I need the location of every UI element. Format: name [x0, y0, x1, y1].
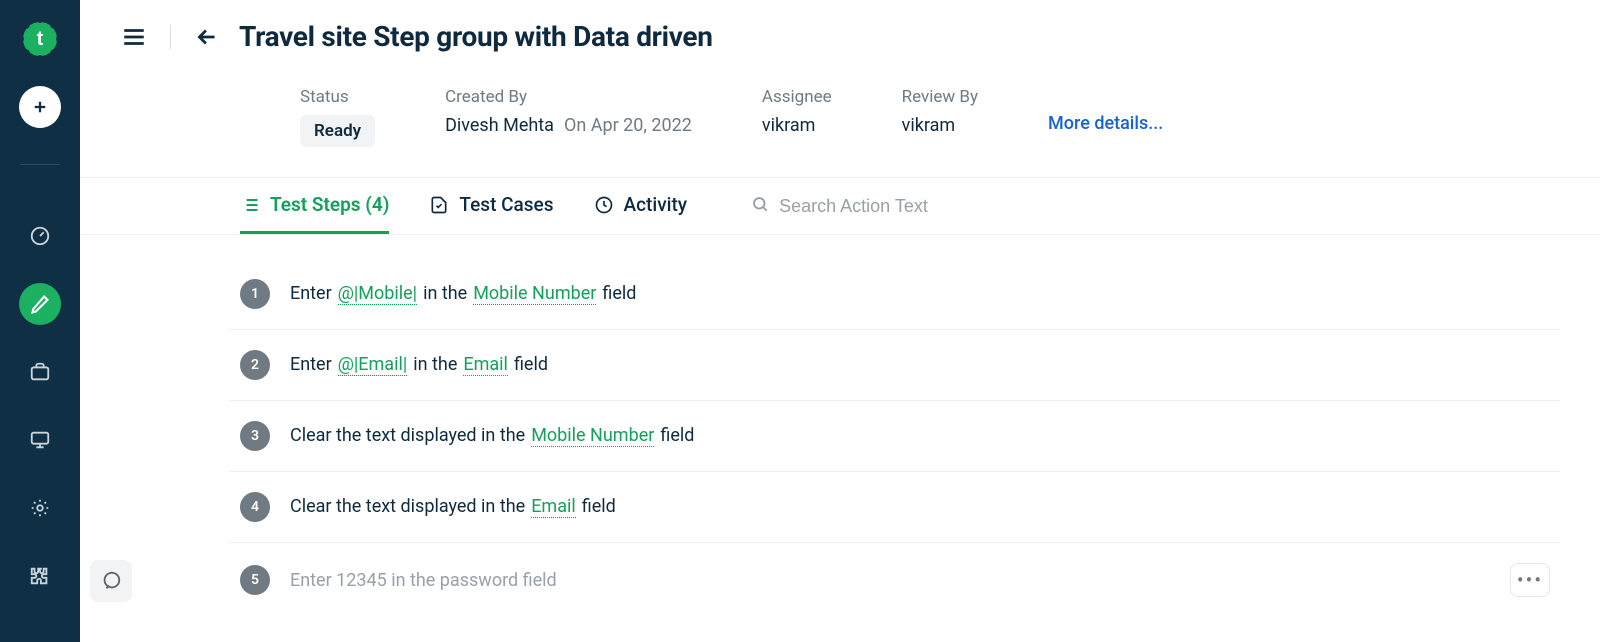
main: Travel site Step group with Data driven …	[80, 0, 1600, 642]
step-text-fragment: Enter	[290, 283, 332, 304]
sidebar-divider	[20, 164, 60, 165]
step-number: 3	[240, 421, 270, 451]
field-token[interactable]: Mobile Number	[473, 283, 596, 305]
step-text-fragment: field	[582, 496, 616, 517]
meta-row: Status Ready Created By Divesh Mehta On …	[80, 53, 1600, 177]
step-number: 5	[240, 565, 270, 595]
step-text-fragment: Clear the text displayed in the	[290, 425, 525, 446]
tab-label: Test Cases	[459, 193, 553, 216]
step-row[interactable]: 2 Enter @|Email|in the Email field	[230, 330, 1560, 401]
briefcase-icon[interactable]	[19, 351, 61, 393]
step-text: Clear the text displayed in the Email fiel…	[290, 496, 1550, 518]
tab-label: Activity	[624, 193, 688, 216]
more-details-link[interactable]: More details...	[1048, 87, 1163, 134]
new-step-row[interactable]: 5 Enter 12345 in the password field •••	[230, 543, 1560, 617]
step-row[interactable]: 4 Clear the text displayed in the Email fie…	[230, 472, 1560, 543]
data-token[interactable]: @|Email|	[338, 354, 408, 376]
monitor-icon[interactable]	[19, 419, 61, 461]
search-wrap	[751, 195, 1019, 217]
gear-bug-icon[interactable]	[19, 487, 61, 529]
topbar: Travel site Step group with Data driven	[80, 0, 1600, 53]
tab-activity[interactable]: Activity	[594, 178, 688, 234]
step-number: 1	[240, 279, 270, 309]
step-number: 4	[240, 492, 270, 522]
sidebar: t	[0, 0, 80, 642]
created-by-value: Divesh Mehta	[445, 115, 554, 136]
field-token[interactable]: Email	[463, 354, 508, 376]
step-row[interactable]: 1 Enter @|Mobile| in the Mobile Number field	[230, 259, 1560, 330]
meta-review-by: Review By vikram	[902, 87, 978, 136]
step-row[interactable]: 3 Clear the text displayed in the Mobile N…	[230, 401, 1560, 472]
back-arrow-icon[interactable]	[193, 23, 221, 51]
step-number: 2	[240, 350, 270, 380]
hamburger-icon[interactable]	[120, 23, 148, 51]
tab-test-cases[interactable]: Test Cases	[429, 178, 553, 234]
step-text-fragment: Enter	[290, 354, 332, 375]
step-text: Enter @|Mobile| in the Mobile Number field	[290, 283, 1550, 305]
review-by-value: vikram	[902, 115, 978, 136]
step-text-fragment: Clear the text displayed in the	[290, 496, 525, 517]
step-text-fragment: in the	[413, 354, 457, 375]
brand-logo[interactable]: t	[19, 18, 61, 60]
new-step-placeholder[interactable]: Enter 12345 in the password field	[290, 570, 1490, 591]
page-title: Travel site Step group with Data driven	[239, 20, 713, 53]
document-check-icon	[429, 195, 449, 215]
steps-list: 1Enter@|Mobile|in theMobile Numberfield2…	[80, 235, 1600, 617]
step-text: Enter @|Email|in the Email field	[290, 354, 1550, 376]
list-icon	[240, 195, 260, 215]
meta-assignee: Assignee vikram	[762, 87, 832, 136]
step-text-fragment: field	[514, 354, 548, 375]
tabs-row: Test Steps (4) Test Cases Activity	[80, 177, 1600, 235]
assignee-value: vikram	[762, 115, 832, 136]
chat-icon[interactable]	[90, 560, 132, 602]
status-label: Status	[300, 87, 375, 107]
field-token[interactable]: Mobile Number	[531, 425, 654, 447]
created-by-label: Created By	[445, 87, 692, 107]
add-button[interactable]	[19, 86, 61, 128]
edit-icon[interactable]	[19, 283, 61, 325]
divider	[170, 25, 171, 49]
field-token[interactable]: Email	[531, 496, 576, 518]
meta-created-by: Created By Divesh Mehta On Apr 20, 2022	[445, 87, 692, 136]
clock-icon	[594, 195, 614, 215]
dashboard-icon[interactable]	[19, 215, 61, 257]
created-on: On Apr 20, 2022	[564, 115, 692, 136]
status-badge: Ready	[300, 115, 375, 147]
kebab-menu-icon[interactable]: •••	[1510, 563, 1550, 597]
step-text-fragment: field	[602, 283, 636, 304]
assignee-label: Assignee	[762, 87, 832, 107]
step-text-fragment: in the	[423, 283, 467, 304]
search-input[interactable]	[779, 196, 1019, 217]
meta-status: Status Ready	[300, 87, 375, 147]
row-actions: •••	[1510, 563, 1550, 597]
review-by-label: Review By	[902, 87, 978, 107]
svg-text:t: t	[37, 28, 44, 50]
step-text: Clear the text displayed in the Mobile Nu…	[290, 425, 1550, 447]
tab-label: Test Steps (4)	[270, 193, 389, 216]
puzzle-icon[interactable]	[19, 555, 61, 597]
tab-test-steps[interactable]: Test Steps (4)	[240, 178, 389, 234]
data-token[interactable]: @|Mobile|	[338, 283, 417, 305]
search-icon	[751, 195, 769, 217]
step-text-fragment: field	[660, 425, 694, 446]
